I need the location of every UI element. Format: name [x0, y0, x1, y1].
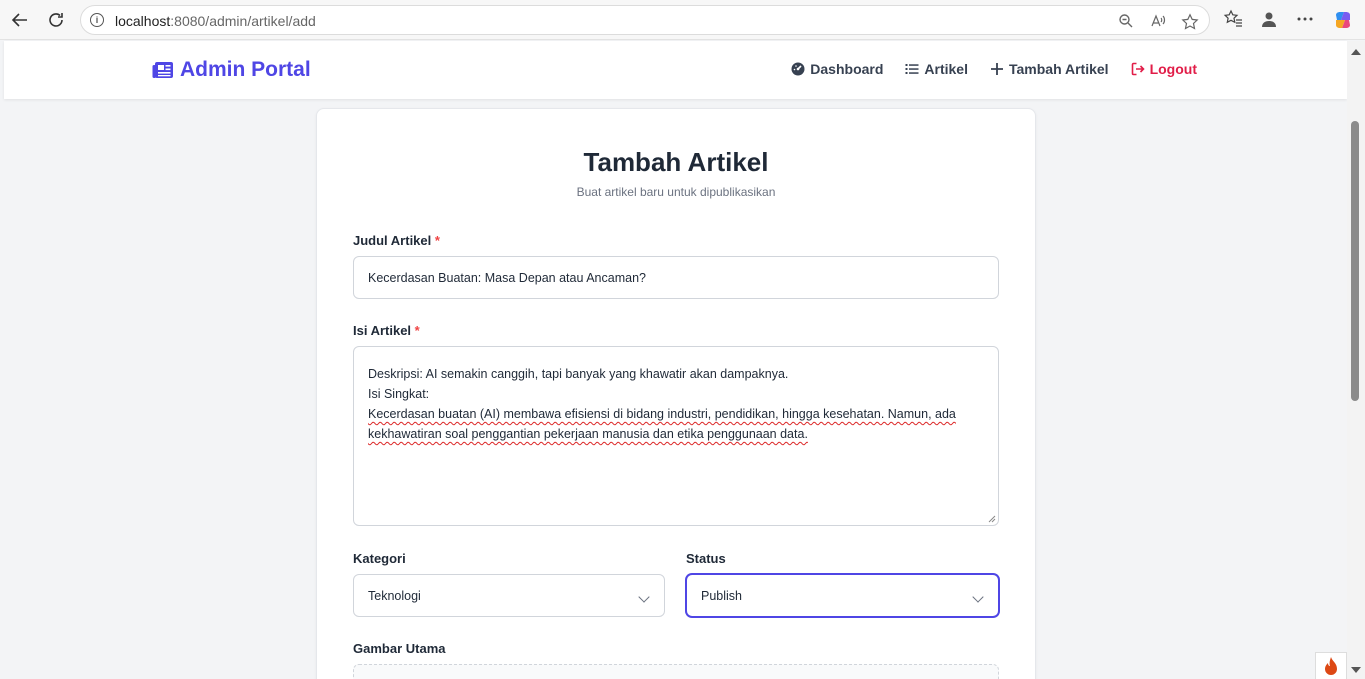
- more-icon[interactable]: [1294, 9, 1316, 31]
- nav-links: Dashboard Artikel Tambah Artikel Logout: [791, 61, 1197, 77]
- nav-dashboard-label: Dashboard: [810, 61, 884, 77]
- back-icon[interactable]: [8, 8, 32, 32]
- flame-icon: [1325, 657, 1337, 675]
- brand-name: Admin Portal: [180, 58, 311, 81]
- copilot-icon[interactable]: [1332, 9, 1354, 31]
- scroll-up-icon[interactable]: [1351, 49, 1361, 55]
- browser-toolbar: i localhost:8080/admin/artikel/add: [0, 0, 1365, 40]
- isi-line-1: Deskripsi: AI semakin canggih, tapi bany…: [368, 367, 789, 381]
- list-icon: [905, 64, 919, 74]
- dashboard-icon: [791, 62, 805, 76]
- nav-dashboard[interactable]: Dashboard: [791, 61, 883, 77]
- nav-logout-label: Logout: [1149, 61, 1197, 77]
- scroll-thumb[interactable]: [1351, 121, 1359, 401]
- form-card: Tambah Artikel Buat artikel baru untuk d…: [316, 108, 1036, 679]
- resize-handle-icon[interactable]: [988, 515, 996, 523]
- nav-logout[interactable]: Logout: [1131, 61, 1197, 77]
- gambar-label: Gambar Utama: [353, 641, 446, 656]
- status-value: Publish: [701, 588, 742, 603]
- gambar-upload[interactable]: [353, 664, 999, 679]
- status-label: Status: [686, 551, 726, 566]
- favorite-icon[interactable]: [1181, 13, 1199, 30]
- page-subtitle: Buat artikel baru untuk dipublikasikan: [576, 185, 776, 199]
- site-info-icon[interactable]: i: [90, 13, 104, 27]
- kategori-value: Teknologi: [368, 588, 421, 603]
- isi-label: Isi Artikel *: [353, 323, 420, 338]
- kategori-label: Kategori: [353, 551, 406, 566]
- brand-logo[interactable]: Admin Portal: [152, 58, 311, 82]
- scroll-down-icon[interactable]: [1351, 667, 1361, 673]
- judul-label: Judul Artikel *: [353, 233, 440, 248]
- address-bar[interactable]: i localhost:8080/admin/artikel/add: [80, 5, 1210, 35]
- judul-value: Kecerdasan Buatan: Masa Depan atau Ancam…: [368, 270, 646, 285]
- page-title: Tambah Artikel: [583, 147, 769, 177]
- read-aloud-icon[interactable]: [1149, 13, 1167, 29]
- zoom-icon[interactable]: [1117, 13, 1135, 29]
- nav-tambah-label: Tambah Artikel: [1008, 61, 1109, 77]
- refresh-icon[interactable]: [44, 8, 68, 32]
- isi-line-2: Isi Singkat:: [368, 387, 430, 401]
- nav-artikel[interactable]: Artikel: [905, 61, 968, 77]
- top-navbar: Admin Portal Dashboard Artikel Tambah Ar…: [4, 41, 1347, 99]
- isi-textarea[interactable]: Deskripsi: AI semakin canggih, tapi bany…: [353, 346, 999, 526]
- page-scrollbar[interactable]: [1347, 41, 1365, 679]
- logout-icon: [1131, 62, 1145, 76]
- chevron-down-icon: [638, 591, 650, 603]
- favorites-icon[interactable]: [1222, 9, 1244, 31]
- profile-icon[interactable]: [1258, 9, 1280, 31]
- judul-input[interactable]: Kecerdasan Buatan: Masa Depan atau Ancam…: [353, 256, 999, 299]
- nav-artikel-label: Artikel: [924, 61, 968, 77]
- isi-line-3: Kecerdasan buatan (AI) membawa efisiensi…: [368, 407, 956, 421]
- status-select[interactable]: Publish: [686, 574, 999, 617]
- url-text: localhost:8080/admin/artikel/add: [115, 13, 316, 29]
- newspaper-icon: [152, 62, 173, 78]
- isi-line-4: kekhawatiran soal penggantian pekerjaan …: [368, 427, 808, 441]
- debug-toolbar-toggle[interactable]: [1315, 652, 1347, 679]
- nav-tambah-artikel[interactable]: Tambah Artikel: [990, 61, 1109, 77]
- kategori-select[interactable]: Teknologi: [353, 574, 665, 617]
- chevron-down-icon: [972, 591, 984, 603]
- plus-icon: [990, 63, 1003, 75]
